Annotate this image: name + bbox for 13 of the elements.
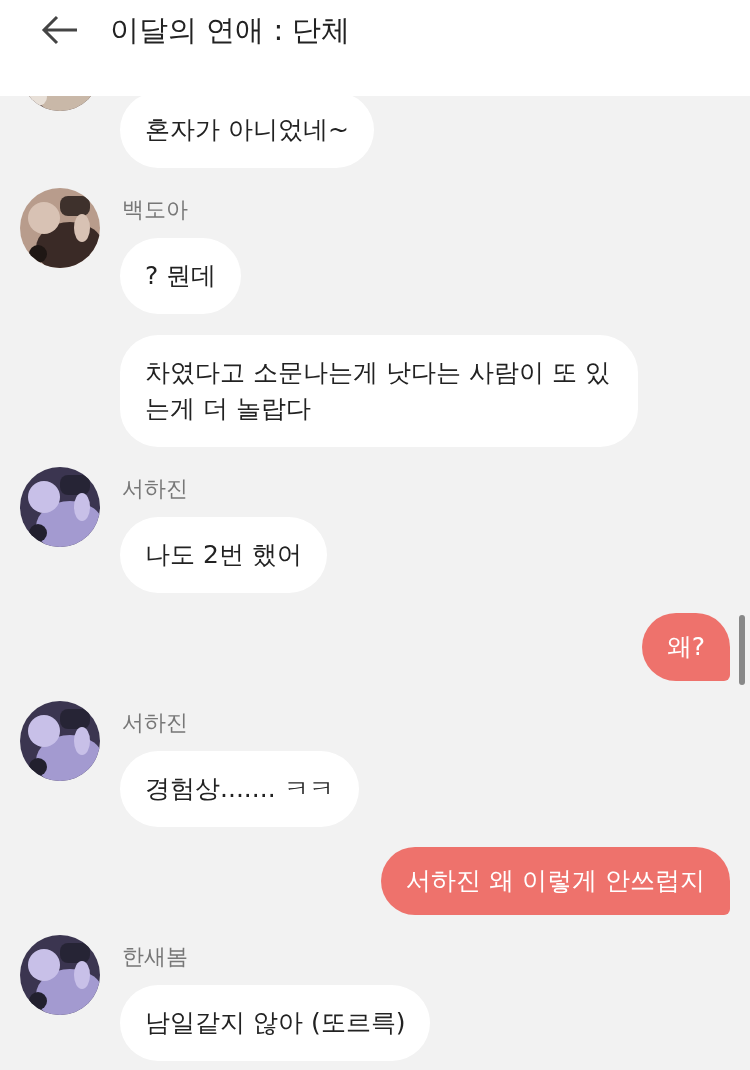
message-bubble: 경험상....... ㅋㅋ <box>120 751 359 827</box>
message-bubble: 나도 2번 했어 <box>120 517 327 593</box>
sender-name: 서하진 <box>121 709 189 737</box>
scrollbar <box>739 615 745 685</box>
message-bubble: 남일같지 않아 (또르륵) <box>120 985 431 1061</box>
chat-title: 이달의 연애 : 단체 <box>110 12 351 49</box>
message-bubble: 서하진 왜 이렇게 안쓰럽지 <box>381 847 730 915</box>
message-bubble: 차였다고 소문나는게 낫다는 사람이 또 있는게 더 놀랍다 <box>120 335 638 447</box>
message-bubble: ? 뭔데 <box>120 238 242 314</box>
sender-name: 백도아 <box>121 196 189 224</box>
message-bubble: 왜? <box>641 613 730 681</box>
sender-name: 한새봄 <box>121 943 189 971</box>
sender-name: 서하진 <box>121 475 189 503</box>
